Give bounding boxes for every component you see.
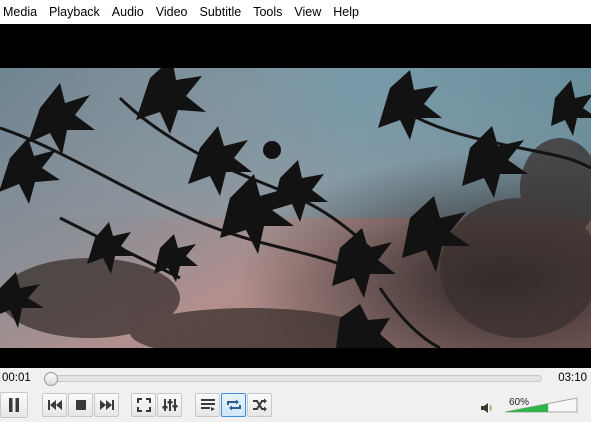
- speaker-icon[interactable]: [480, 402, 494, 414]
- menu-video[interactable]: Video: [152, 0, 196, 24]
- menu-subtitle[interactable]: Subtitle: [196, 0, 250, 24]
- next-icon: [99, 400, 114, 410]
- menu-help[interactable]: Help: [329, 0, 367, 24]
- video-display[interactable]: [0, 24, 591, 368]
- equalizer-icon: [162, 399, 177, 411]
- playlist-icon: [200, 399, 215, 411]
- volume-slider[interactable]: [503, 394, 579, 414]
- previous-button[interactable]: [42, 393, 67, 417]
- menu-audio[interactable]: Audio: [108, 0, 152, 24]
- stop-icon: [75, 400, 86, 410]
- next-button[interactable]: [94, 393, 119, 417]
- random-button[interactable]: [247, 393, 272, 417]
- stop-button[interactable]: [68, 393, 93, 417]
- menu-bar: Media Playback Audio Video Subtitle Tool…: [0, 0, 591, 24]
- extended-settings-button[interactable]: [157, 393, 182, 417]
- seek-slider[interactable]: [43, 372, 542, 386]
- seek-bar-row: 00:01 03:10: [0, 368, 591, 390]
- fullscreen-button[interactable]: [131, 393, 156, 417]
- elapsed-time[interactable]: 00:01: [2, 372, 31, 384]
- shuffle-icon: [252, 398, 267, 412]
- video-frame: [0, 68, 591, 348]
- pause-button[interactable]: [0, 392, 28, 418]
- menu-view[interactable]: View: [290, 0, 329, 24]
- playlist-button[interactable]: [195, 393, 220, 417]
- control-bar: 60%: [0, 390, 591, 422]
- menu-playback[interactable]: Playback: [45, 0, 108, 24]
- fullscreen-icon: [136, 398, 151, 412]
- total-time[interactable]: 03:10: [558, 372, 587, 384]
- loop-icon: [226, 399, 241, 411]
- pause-icon: [9, 398, 19, 412]
- previous-icon: [47, 400, 62, 410]
- seek-handle[interactable]: [43, 372, 58, 386]
- menu-media[interactable]: Media: [0, 0, 45, 24]
- loop-button[interactable]: [221, 393, 246, 417]
- menu-tools[interactable]: Tools: [249, 0, 290, 24]
